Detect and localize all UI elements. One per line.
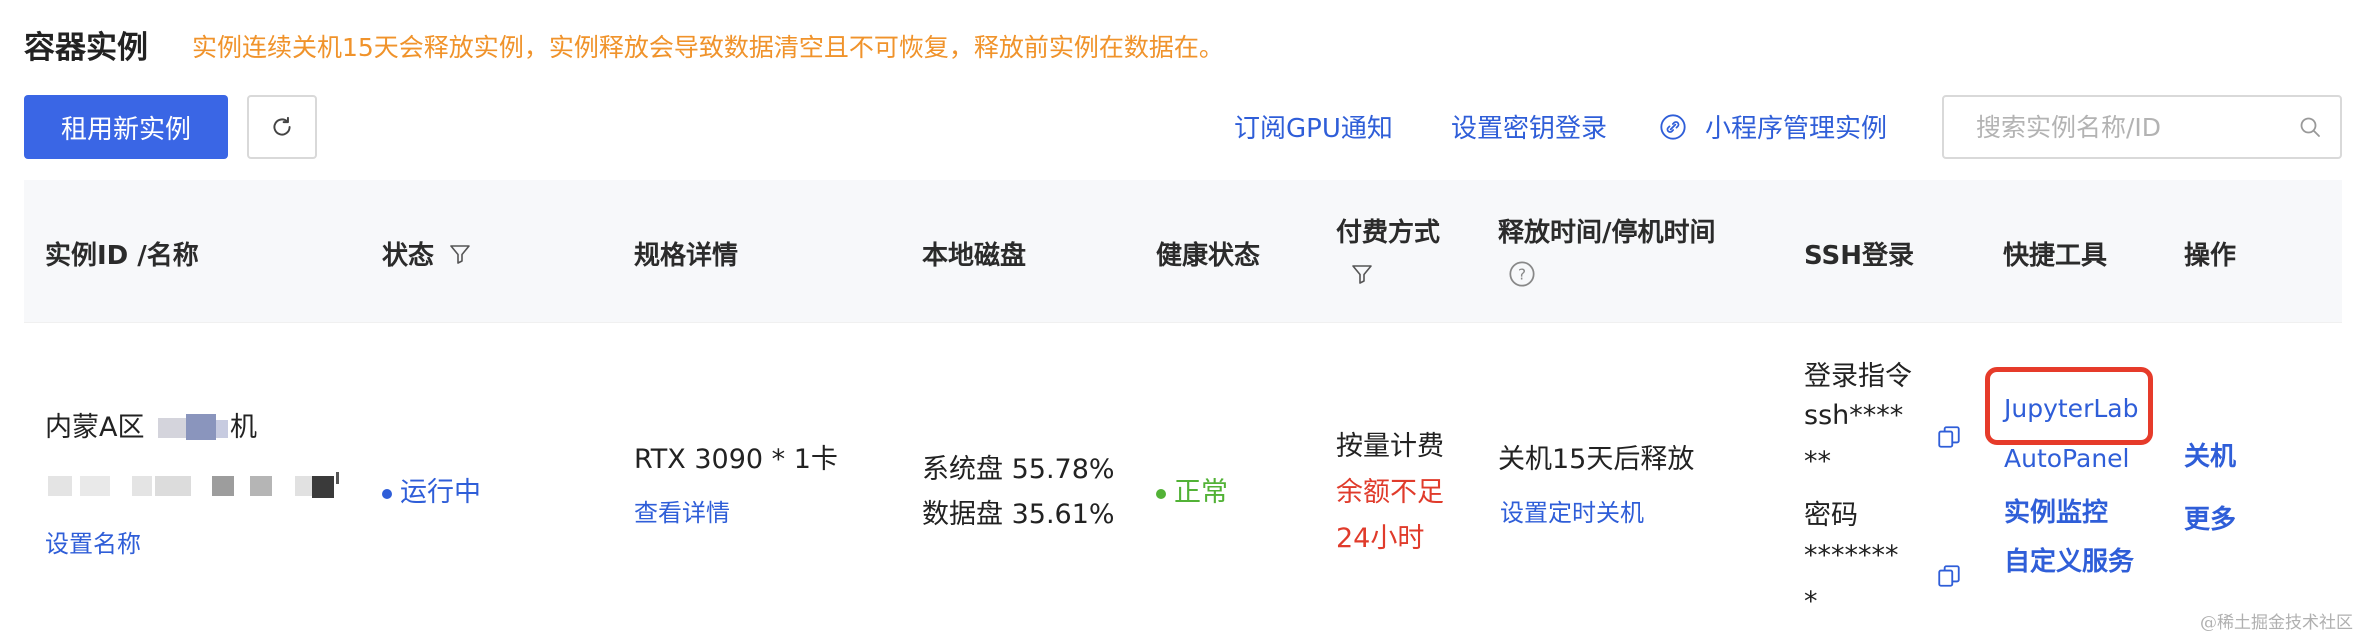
refresh-button[interactable] (247, 95, 317, 159)
column-spec: 规格详情 (634, 241, 739, 271)
column-status: 状态 (382, 235, 472, 272)
password-label: 密码 (1804, 500, 1858, 531)
copy-icon[interactable] (1936, 563, 1962, 589)
annotation-highlight (1985, 367, 2153, 445)
filter-icon[interactable] (448, 242, 472, 266)
mini-program-manage-label: 小程序管理实例 (1705, 114, 1888, 144)
column-actions: 操作 (2184, 241, 2237, 271)
status-label: 运行中 (400, 477, 481, 508)
search-icon[interactable] (2298, 115, 2322, 139)
spec-gpu: RTX 3090 * 1卡 (634, 444, 838, 475)
autopanel-link[interactable]: AutoPanel (2004, 444, 2130, 473)
custom-service-link[interactable]: 自定义服务 (2004, 541, 2134, 578)
balance-warning: 余额不足 (1336, 477, 1444, 508)
filter-icon[interactable] (1350, 262, 1374, 286)
system-disk-usage: 系统盘 55.78% (922, 454, 1115, 485)
redacted-id (132, 476, 152, 496)
shutdown-link[interactable]: 关机 (2184, 436, 2236, 473)
view-detail-link[interactable]: 查看详情 (634, 493, 730, 528)
billing-type: 按量计费 (1336, 431, 1444, 462)
rent-new-instance-button[interactable]: 租用新实例 (24, 95, 228, 159)
search-input[interactable] (1974, 111, 2298, 143)
redacted-id (155, 476, 191, 496)
set-key-login-link[interactable]: 设置密钥登录 (1451, 108, 1607, 145)
refresh-icon (273, 116, 291, 136)
ssh-command-value: ssh**** (1804, 400, 1904, 431)
health-label: 正常 (1174, 477, 1228, 508)
row-divider (24, 322, 2342, 323)
status-running: 运行中 (382, 470, 481, 509)
redacted-name (186, 414, 216, 440)
set-scheduled-shutdown-link[interactable]: 设置定时关机 (1500, 493, 1644, 528)
subscribe-gpu-link[interactable]: 订阅GPU通知 (1234, 108, 1393, 145)
watermark: @稀土掘金技术社区 (2200, 613, 2353, 633)
column-ssh: SSH登录 (1804, 241, 1915, 271)
health-dot (1156, 488, 1166, 499)
help-icon[interactable]: ? (1508, 260, 1536, 288)
ssh-command-label: 登录指令 (1804, 361, 1912, 392)
status-dot (382, 488, 392, 499)
password-value: ******* (1804, 540, 1899, 571)
column-instance: 实例ID /名称 (45, 241, 199, 271)
balance-warning-duration: 24小时 (1336, 523, 1425, 554)
link-icon (1660, 113, 1686, 140)
column-health: 健康状态 (1156, 241, 1261, 271)
instance-monitor-link[interactable]: 实例监控 (2004, 492, 2108, 529)
column-tools: 快捷工具 (2003, 241, 2108, 271)
more-actions-link[interactable]: 更多 (2184, 499, 2236, 536)
redacted-id (48, 476, 72, 496)
column-status-label: 状态 (382, 241, 435, 271)
set-name-link[interactable]: 设置名称 (45, 524, 141, 559)
column-release: 释放时间/停机时间 (1498, 218, 1716, 248)
password-value-cont: * (1804, 586, 1818, 617)
page-title: 容器实例 (24, 30, 148, 66)
instance-name-region: 内蒙A区 (45, 412, 145, 443)
column-billing: 付费方式 (1336, 218, 1441, 248)
mini-program-manage-link[interactable]: 小程序管理实例 (1659, 108, 1887, 145)
release-notice: 实例连续关机15天会释放实例，实例释放会导致数据清空且不可恢复，释放前实例在数据… (192, 33, 1224, 62)
redacted-name (216, 420, 228, 438)
column-disk: 本地磁盘 (922, 241, 1027, 271)
ssh-command-value-cont: ** (1804, 446, 1831, 477)
redacted-id (312, 476, 334, 498)
svg-text:?: ? (1518, 265, 1526, 283)
redacted-id (295, 476, 313, 496)
search-box[interactable] (1942, 95, 2342, 159)
health-status: 正常 (1156, 470, 1228, 509)
redacted-id (80, 476, 110, 496)
release-policy: 关机15天后释放 (1498, 444, 1695, 475)
redacted-id (250, 476, 272, 496)
redacted-name (158, 418, 186, 438)
redacted-id (212, 476, 234, 496)
instance-name-link[interactable]: 内蒙A区 (45, 405, 144, 444)
redacted-id (336, 472, 339, 484)
copy-icon[interactable] (1936, 424, 1962, 450)
data-disk-usage: 数据盘 35.61% (922, 499, 1115, 530)
instance-name-suffix[interactable]: 机 (230, 405, 257, 444)
